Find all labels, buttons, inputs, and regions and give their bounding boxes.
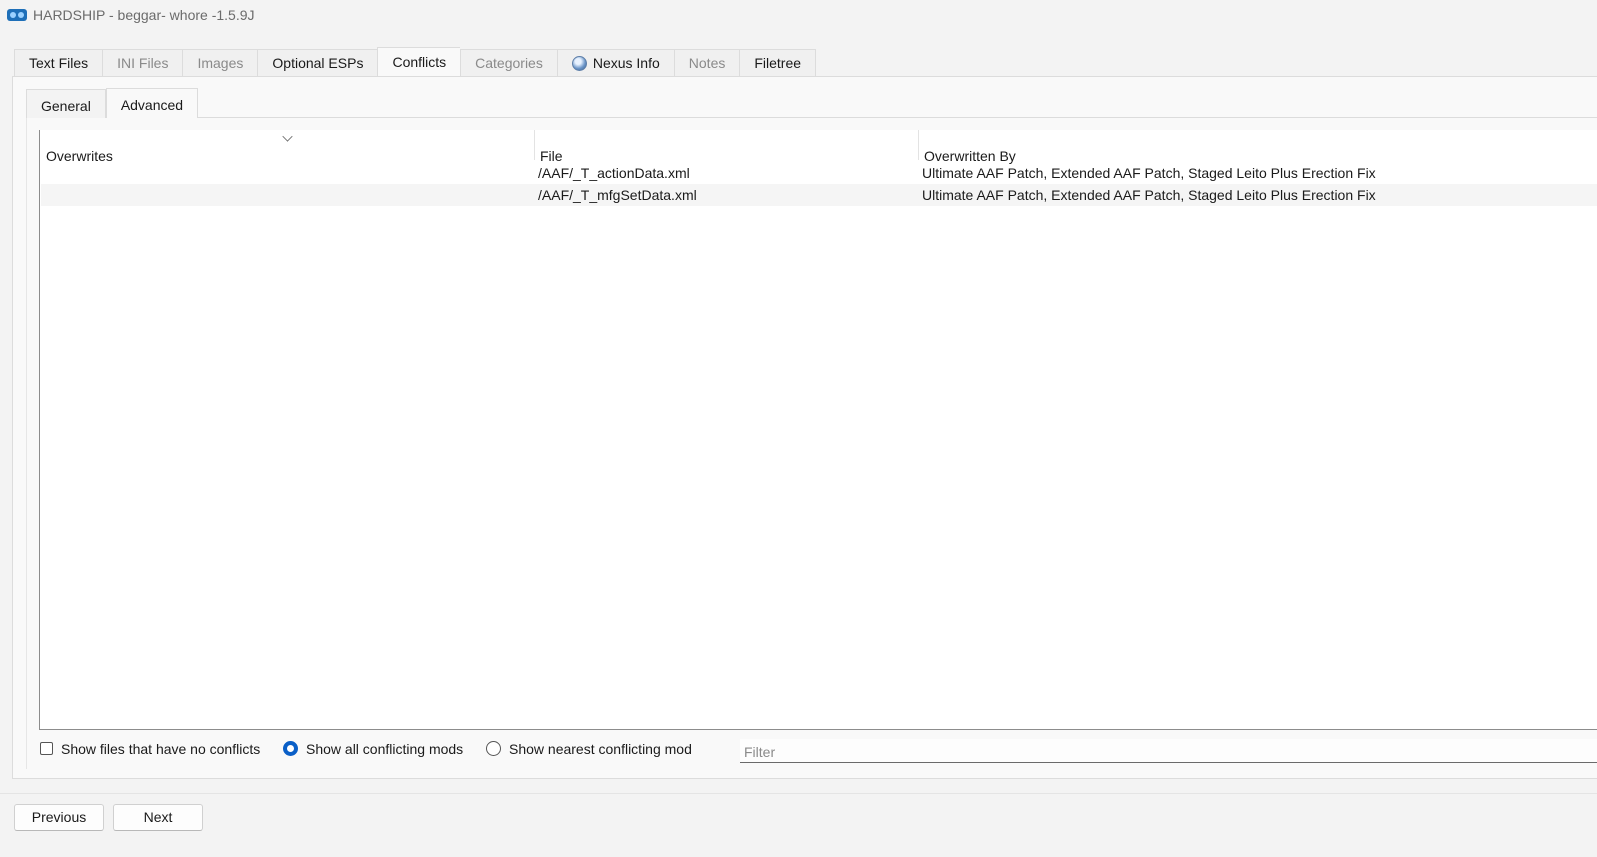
tab-label: Advanced bbox=[120, 97, 184, 113]
title-bar: HARDSHIP - beggar- whore -1.5.9J bbox=[0, 0, 1597, 34]
column-header-file[interactable]: File bbox=[534, 130, 918, 164]
cell-file: /AAF/_T_mfgSetData.xml bbox=[538, 187, 697, 203]
table-row[interactable]: /AAF/_T_mfgSetData.xml Ultimate AAF Patc… bbox=[41, 184, 1597, 206]
show-nearest-label[interactable]: Show nearest conflicting mod bbox=[509, 741, 692, 757]
tab-label: INI Files bbox=[117, 55, 169, 71]
tab-advanced[interactable]: Advanced bbox=[105, 88, 199, 118]
column-header-overwritten-by[interactable]: Overwritten By bbox=[918, 130, 1597, 164]
next-button[interactable]: Next bbox=[113, 804, 203, 831]
tab-images[interactable]: Images bbox=[182, 49, 258, 76]
tab-label: Images bbox=[197, 55, 244, 71]
tab-notes[interactable]: Notes bbox=[673, 49, 740, 76]
cell-file: /AAF/_T_actionData.xml bbox=[538, 165, 690, 181]
show-no-conflicts-label[interactable]: Show files that have no conflicts bbox=[61, 741, 260, 757]
tab-label: Conflicts bbox=[392, 54, 447, 70]
tab-general[interactable]: General bbox=[26, 89, 106, 118]
filter-input[interactable] bbox=[740, 739, 1597, 763]
previous-button[interactable]: Previous bbox=[14, 804, 104, 831]
tab-label: Notes bbox=[688, 55, 726, 71]
tab-label: Nexus Info bbox=[592, 55, 660, 71]
tab-label: Filetree bbox=[754, 55, 802, 71]
show-no-conflicts-checkbox[interactable] bbox=[40, 742, 53, 755]
divider bbox=[0, 793, 1597, 794]
show-all-label[interactable]: Show all conflicting mods bbox=[306, 741, 463, 757]
show-nearest-radio[interactable] bbox=[486, 741, 501, 756]
tab-categories[interactable]: Categories bbox=[460, 49, 557, 76]
tab-filetree[interactable]: Filetree bbox=[739, 49, 817, 76]
window-title: HARDSHIP - beggar- whore -1.5.9J bbox=[33, 7, 255, 23]
tab-label: Text Files bbox=[29, 55, 89, 71]
app-icon bbox=[7, 9, 27, 21]
tab-conflicts[interactable]: Conflicts bbox=[377, 47, 461, 76]
tab-text-files[interactable]: Text Files bbox=[14, 49, 103, 76]
tab-label: Categories bbox=[475, 55, 543, 71]
tab-ini-files[interactable]: INI Files bbox=[102, 49, 183, 76]
tab-nexus-info[interactable]: Nexus Info bbox=[556, 49, 674, 76]
column-header-overwrites[interactable]: Overwrites bbox=[40, 130, 534, 164]
main-tab-bar: Text Files INI Files Images Optional ESP… bbox=[14, 47, 817, 76]
sub-tab-bar: General Advanced bbox=[26, 88, 199, 118]
globe-icon bbox=[571, 55, 587, 71]
tab-label: Optional ESPs bbox=[272, 55, 364, 71]
cell-overwritten-by: Ultimate AAF Patch, Extended AAF Patch, … bbox=[922, 165, 1376, 181]
conflicts-table[interactable]: Overwrites File Overwritten By /AAF/_T_a… bbox=[39, 130, 1597, 730]
table-row[interactable]: /AAF/_T_actionData.xml Ultimate AAF Patc… bbox=[41, 162, 1597, 184]
tab-optional-esps[interactable]: Optional ESPs bbox=[257, 49, 378, 76]
chevron-down-icon bbox=[282, 131, 293, 142]
table-header: Overwrites File Overwritten By bbox=[40, 130, 1597, 164]
options-bar: Show files that have no conflicts Show a… bbox=[39, 739, 1597, 763]
show-all-radio[interactable] bbox=[283, 741, 298, 756]
tab-label: General bbox=[41, 98, 91, 114]
cell-overwritten-by: Ultimate AAF Patch, Extended AAF Patch, … bbox=[922, 187, 1376, 203]
